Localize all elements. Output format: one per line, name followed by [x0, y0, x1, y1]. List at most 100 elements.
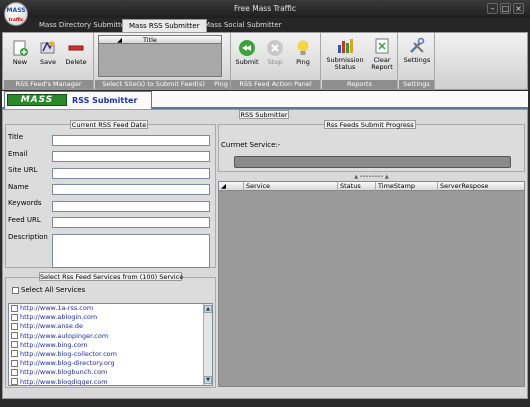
site-url-field[interactable] — [52, 168, 210, 179]
ribbon-group-reports: Submission Status Clear Report Reports — [322, 33, 398, 89]
delete-icon — [68, 45, 84, 51]
services-scrollbar[interactable] — [203, 304, 212, 385]
submission-status-label-2: Status — [334, 63, 356, 71]
service-checkbox[interactable] — [11, 341, 18, 349]
column-service[interactable]: Service — [244, 182, 338, 191]
service-checkbox[interactable] — [11, 332, 18, 340]
new-button[interactable]: New — [6, 39, 34, 66]
progress-section-label: Rss Feeds Submit Progress — [324, 120, 416, 129]
save-button[interactable]: Save — [34, 39, 62, 66]
service-item[interactable]: http://www.1a-rss.com — [9, 304, 212, 313]
description-label: Description — [8, 233, 48, 241]
scroll-down-arrow-icon[interactable]: ▼ — [204, 376, 212, 384]
app-logo-subtext: traffic — [8, 18, 24, 23]
ribbon-group-settings: Settings Settings — [399, 33, 435, 89]
service-item[interactable]: http://www.blogdigger.com — [9, 378, 212, 385]
new-document-icon — [13, 40, 28, 56]
service-item[interactable]: http://www.blogbunch.com — [9, 368, 212, 377]
save-icon — [40, 41, 55, 54]
title-label: Title — [8, 133, 24, 141]
select-all-services-checkbox[interactable]: Select All Services — [12, 286, 85, 294]
site-grid-header: ◢ Title — [98, 35, 222, 44]
column-server-response[interactable]: ServerRespose — [438, 182, 524, 191]
mass-logo: MASS — [7, 94, 67, 106]
clear-report-button[interactable]: Clear Report — [368, 37, 396, 71]
scroll-up-arrow-icon[interactable]: ▲ — [204, 305, 212, 313]
name-label: Name — [8, 183, 29, 191]
keywords-field[interactable] — [52, 201, 210, 212]
name-field[interactable] — [52, 184, 210, 195]
page-title: RSS Submitter — [72, 96, 138, 105]
ribbon-group-action-panel: Submit Stop Ping RSS Feed Action Panel — [231, 33, 321, 89]
feed-url-field[interactable] — [52, 217, 210, 228]
service-checkbox[interactable] — [11, 368, 18, 376]
email-field[interactable] — [52, 151, 210, 162]
app-logo: MASS traffic — [4, 2, 28, 26]
submission-status-button[interactable]: Submission Status — [326, 37, 364, 71]
bar-chart-icon — [338, 39, 353, 53]
delete-label: Delete — [65, 58, 87, 66]
service-url: http://www.blogbunch.com — [20, 368, 108, 377]
minimize-button[interactable]: – — [487, 3, 498, 14]
group-label-feed-manager: RSS Feed's Manager — [4, 80, 93, 89]
service-item[interactable]: http://www.autopinger.com — [9, 332, 212, 341]
tab-mass-rss-submitter[interactable]: Mass RSS Submitter — [122, 19, 207, 32]
service-item[interactable]: http://www.blog-collector.com — [9, 350, 212, 359]
service-url: http://www.blog-directory.org — [20, 359, 115, 368]
group-label-settings: Settings — [399, 80, 434, 89]
services-section-label: Select Rss Feed Services from (100) Serv… — [39, 272, 184, 281]
app-logo-text: MASS — [6, 7, 26, 14]
settings-button[interactable]: Settings — [403, 37, 431, 64]
service-checkbox[interactable] — [11, 322, 18, 330]
column-timestamp[interactable]: TimeStamp — [376, 182, 438, 191]
service-checkbox[interactable] — [11, 304, 18, 312]
service-item[interactable]: http://www.anse.de — [9, 322, 212, 331]
service-checkbox[interactable] — [11, 378, 18, 385]
stop-button[interactable]: Stop — [261, 39, 289, 66]
site-grid-title-column[interactable]: Title — [143, 36, 157, 44]
group-label-select-sites: Select Site(s) to Submit Feed(s) — [95, 80, 212, 89]
clear-report-label-2: Report — [371, 63, 393, 71]
new-label: New — [12, 58, 28, 66]
ping-label: Ping — [296, 58, 310, 66]
maximize-button[interactable]: □ — [500, 3, 511, 14]
service-checkbox[interactable] — [11, 350, 18, 358]
ribbon-group-feed-manager: New Save Delete RSS Feed's Manager — [4, 33, 94, 89]
services-list[interactable]: http://www.1a-rss.com http://www.ablogin… — [8, 303, 213, 386]
tools-icon — [410, 37, 425, 53]
lightbulb-icon — [297, 40, 309, 55]
current-service-label: Currnet Service:- — [221, 141, 281, 149]
select-all-checkbox-box[interactable] — [12, 286, 19, 294]
group-label-reports: Reports — [322, 80, 397, 89]
description-field[interactable] — [52, 234, 210, 268]
service-url: http://www.ablogin.com — [20, 313, 98, 322]
settings-label: Settings — [403, 56, 431, 64]
email-label: Email — [8, 150, 28, 158]
ping-button[interactable]: Ping — [289, 39, 317, 66]
site-grid-sort-icon[interactable]: ◢ — [117, 36, 122, 44]
tab-mass-directory-submitter[interactable]: Mass Directory Submitter — [33, 19, 134, 32]
submit-icon — [239, 40, 255, 56]
group-label-action-panel: RSS Feed Action Panel — [231, 80, 320, 89]
service-checkbox[interactable] — [11, 359, 18, 367]
delete-button[interactable]: Delete — [62, 39, 90, 66]
feed-form-section-label: Current RSS Feed Date — [70, 120, 148, 129]
submit-label: Submit — [235, 58, 259, 66]
select-all-label: Select All Services — [21, 286, 86, 294]
title-field[interactable] — [52, 135, 210, 146]
progress-bar — [234, 156, 511, 168]
panel-splitter[interactable]: ▲ •••••••• ▲ — [218, 173, 525, 181]
feed-url-label: Feed URL — [8, 216, 41, 224]
stop-icon — [267, 40, 283, 56]
submit-button[interactable]: Submit — [233, 39, 261, 66]
close-button[interactable]: × — [513, 3, 524, 14]
results-grid-sort-icon[interactable]: ◢ — [219, 182, 244, 191]
service-checkbox[interactable] — [11, 313, 18, 321]
column-status[interactable]: Status — [338, 182, 376, 191]
service-url: http://www.1a-rss.com — [20, 304, 94, 312]
service-item[interactable]: http://www.ablogin.com — [9, 313, 212, 322]
service-item[interactable]: http://www.blog-directory.org — [9, 359, 212, 368]
tab-mass-social-submitter[interactable]: Mass Social Submitter — [198, 19, 288, 32]
results-grid[interactable] — [218, 181, 525, 387]
service-item[interactable]: http://www.bing.com — [9, 341, 212, 350]
